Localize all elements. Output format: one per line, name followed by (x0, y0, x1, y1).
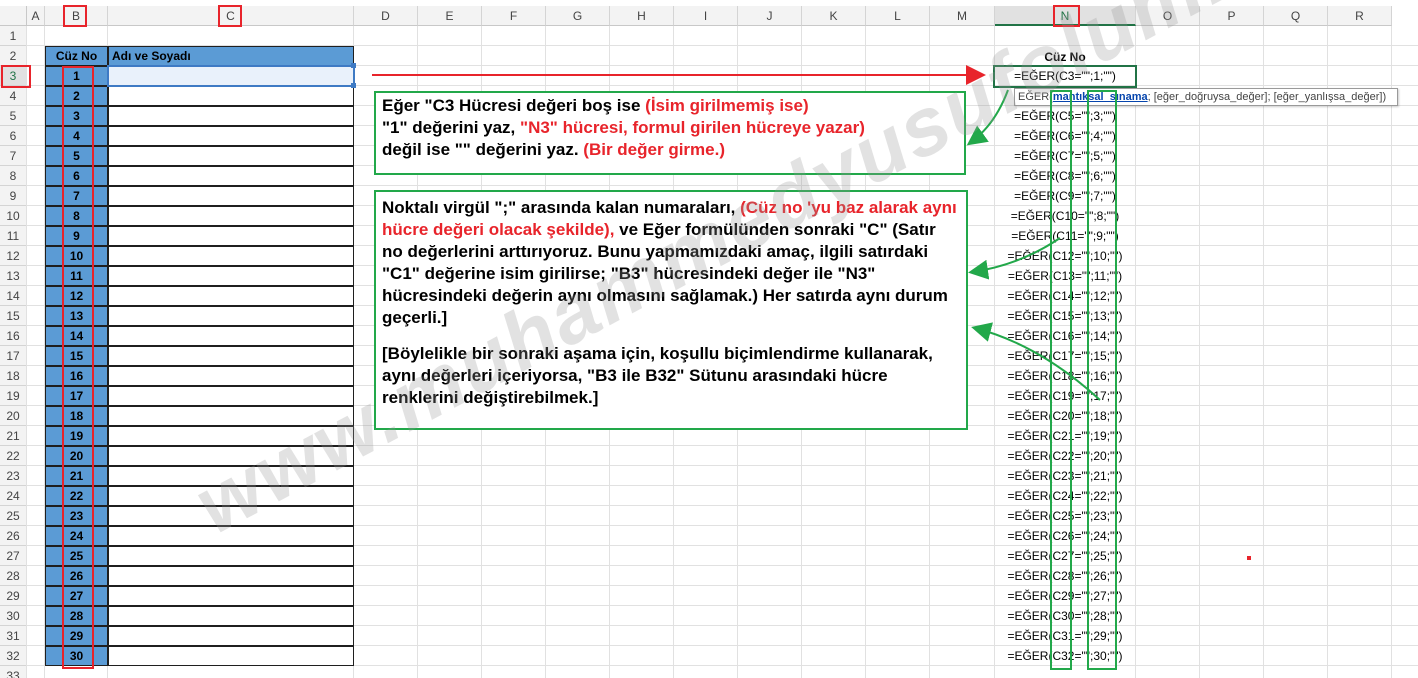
note1-line2a: "1" değerini yaz, (382, 118, 521, 137)
note1-line3b: (Bir değer girme.) (583, 140, 725, 159)
red-dot (1247, 556, 1251, 560)
note1-line1b: (İsim girilmemiş ise) (645, 96, 809, 115)
note1-line3a: değil ise "" değerini yaz. (382, 140, 584, 159)
note1-line1a: Eğer "C3 Hücresi değeri boş ise (382, 96, 646, 115)
green-arrow-2 (968, 237, 1061, 280)
green-arrow-3 (971, 322, 1101, 401)
